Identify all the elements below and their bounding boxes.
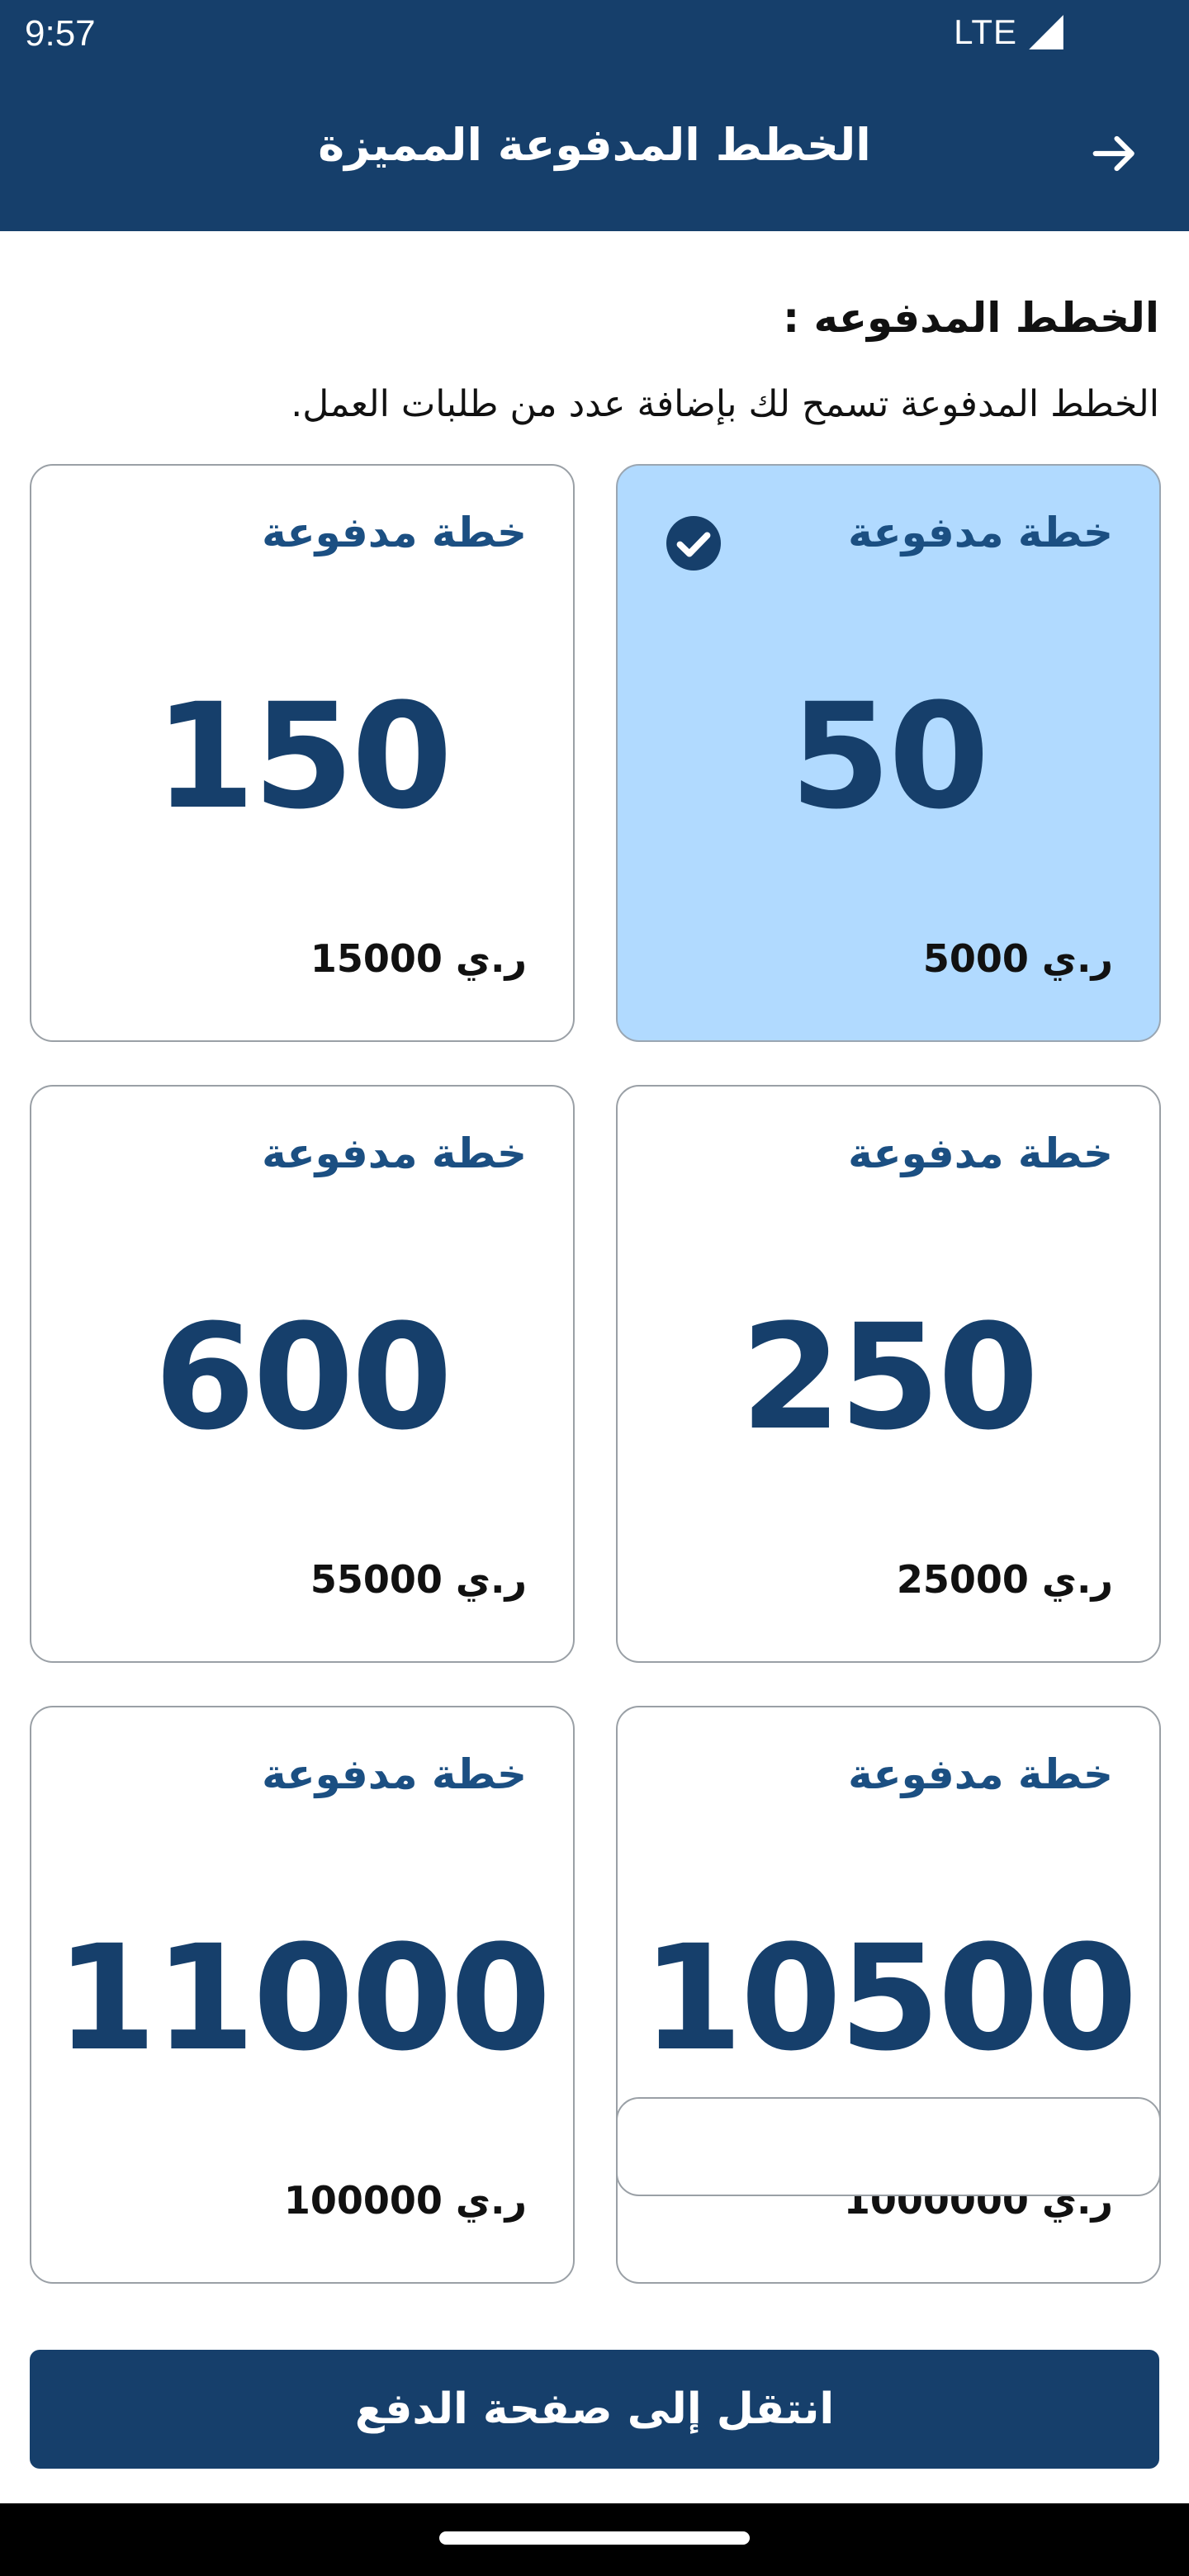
- status-indicators: LTE: [954, 12, 1067, 53]
- plan-label: خطة مدفوعة: [848, 509, 1113, 556]
- back-button[interactable]: [1082, 121, 1148, 187]
- plan-card[interactable]: خطة مدفوعة 50 5000 ر.ي: [616, 464, 1161, 1042]
- section-heading: الخطط المدفوعه :: [783, 294, 1159, 342]
- plan-price: 55000 ر.ي: [310, 1557, 527, 1602]
- plan-count: 10500: [642, 1914, 1137, 2083]
- section-description: الخطط المدفوعة تسمح لك بإضافة عدد من طلب…: [291, 383, 1159, 425]
- plan-card[interactable]: خطة مدفوعة 600 55000 ر.ي: [30, 1085, 575, 1663]
- plan-count: 600: [154, 1293, 452, 1462]
- plan-card[interactable]: خطة مدفوعة 150 15000 ر.ي: [30, 464, 575, 1042]
- plan-label: خطة مدفوعة: [262, 1750, 527, 1798]
- plan-card[interactable]: خطة مدفوعة 11000 100000 ر.ي: [30, 1706, 575, 2284]
- go-to-payment-button[interactable]: انتقل إلى صفحة الدفع: [30, 2350, 1159, 2469]
- signal-icon: [1029, 15, 1063, 50]
- plan-card[interactable]: خطة مدفوعة 10500 1000000 ر.ي: [616, 1706, 1161, 2284]
- arrow-right-icon: [1092, 135, 1135, 172]
- plan-count: 11000: [55, 1914, 551, 2083]
- check-circle-icon: [666, 516, 721, 571]
- app-bar: الخطط المدفوعة المميزة: [0, 68, 1189, 231]
- plan-label: خطة مدفوعة: [848, 1129, 1113, 1177]
- plan-count: 250: [740, 1293, 1039, 1462]
- plan-label: خطة مدفوعة: [262, 1129, 527, 1177]
- plan-label: خطة مدفوعة: [262, 509, 527, 556]
- plan-count: 50: [789, 672, 990, 841]
- status-time: 9:57: [25, 13, 96, 54]
- status-bar: 9:57 LTE: [0, 0, 1189, 68]
- network-type: LTE: [954, 12, 1017, 51]
- plan-card-partial[interactable]: [616, 2097, 1161, 2196]
- plan-card[interactable]: خطة مدفوعة 250 25000 ر.ي: [616, 1085, 1161, 1663]
- plan-price: 15000 ر.ي: [310, 936, 527, 981]
- plan-count: 150: [154, 672, 452, 841]
- plan-price: 5000 ر.ي: [922, 936, 1113, 981]
- plan-price: 25000 ر.ي: [896, 1557, 1113, 1602]
- plan-price: 100000 ر.ي: [283, 2178, 527, 2223]
- plan-label: خطة مدفوعة: [848, 1750, 1113, 1798]
- home-handle[interactable]: [439, 2531, 750, 2545]
- page-title: الخطط المدفوعة المميزة: [318, 119, 871, 171]
